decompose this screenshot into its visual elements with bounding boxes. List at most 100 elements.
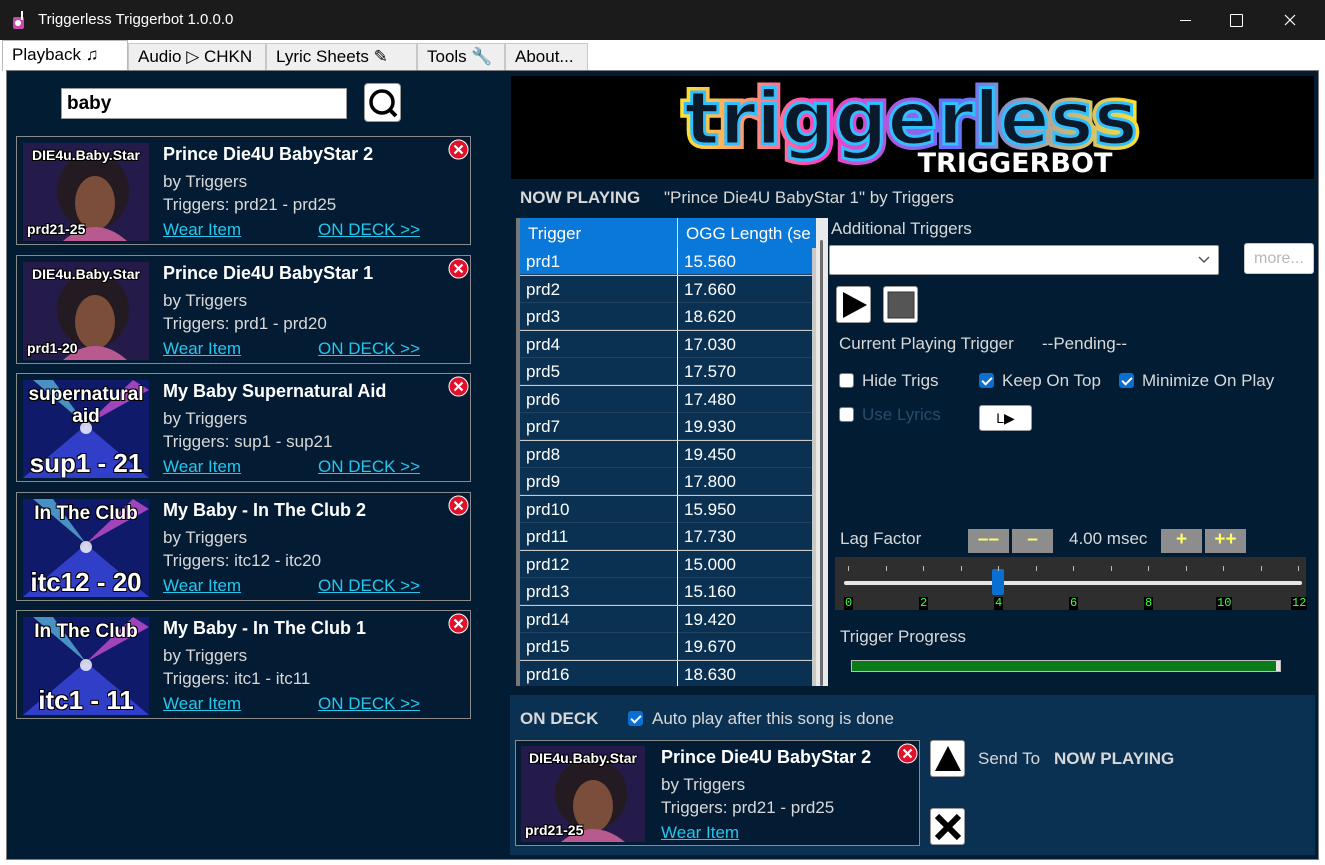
play-button[interactable] bbox=[836, 286, 871, 323]
song-artist: by Triggers bbox=[163, 409, 248, 428]
slider-thumb[interactable] bbox=[992, 569, 1004, 595]
minimize-icon[interactable] bbox=[1160, 0, 1210, 40]
trigger-cell: prd4 bbox=[520, 330, 678, 358]
trigger-cell: prd5 bbox=[520, 358, 678, 385]
thumbnail-trigger-text: itc1 - 11 bbox=[38, 685, 134, 715]
song-card: In The Club itc1 - 11 My Baby - In The Clu… bbox=[16, 610, 471, 719]
ogg-length-cell: 19.930 bbox=[684, 417, 736, 436]
search-input[interactable] bbox=[61, 88, 347, 119]
table-row[interactable]: prd15 19.670 bbox=[520, 633, 812, 660]
lag-slider[interactable]: 0 2 4 6 8 10 12 bbox=[835, 557, 1308, 610]
remove-icon[interactable] bbox=[448, 139, 469, 160]
wear-item-link[interactable]: Wear Item bbox=[163, 339, 241, 359]
hide-trigs-checkbox[interactable] bbox=[839, 373, 854, 388]
slider-tick bbox=[960, 566, 962, 571]
ogg-length-cell: 17.800 bbox=[684, 472, 736, 491]
on-deck-link[interactable]: ON DECK >> bbox=[318, 576, 420, 596]
lyrics-play-button[interactable]: L▶ bbox=[979, 405, 1032, 431]
wear-item-link[interactable]: Wear Item bbox=[163, 576, 241, 596]
additional-triggers-select[interactable] bbox=[829, 245, 1219, 275]
table-row[interactable]: prd14 19.420 bbox=[520, 605, 812, 633]
tab-audio-chkn[interactable]: Audio ▷ CHKN bbox=[128, 43, 266, 70]
keep-on-top-checkbox[interactable] bbox=[979, 373, 994, 388]
thumbnail-title-text: In The Club bbox=[34, 503, 138, 524]
column-header-trigger[interactable]: Trigger bbox=[520, 218, 678, 248]
on-deck-link[interactable]: ON DECK >> bbox=[318, 694, 420, 714]
song-triggers: Triggers: itc12 - itc20 bbox=[163, 551, 322, 570]
ogg-length-cell: 15.560 bbox=[684, 252, 736, 271]
remove-icon[interactable] bbox=[448, 376, 469, 397]
additional-triggers-label: Additional Triggers bbox=[831, 219, 972, 238]
ogg-length-cell: 19.450 bbox=[684, 444, 736, 464]
song-artist: by Triggers bbox=[163, 528, 248, 547]
song-triggers: Triggers: prd21 - prd25 bbox=[163, 195, 337, 214]
ogg-length-cell: 17.660 bbox=[684, 279, 736, 299]
table-row[interactable]: prd11 17.730 bbox=[520, 523, 812, 550]
table-row[interactable]: prd1 15.560 bbox=[520, 248, 812, 275]
clear-on-deck-button[interactable] bbox=[930, 808, 965, 845]
table-row[interactable]: prd3 18.620 bbox=[520, 303, 812, 330]
song-card: supernatural aid sup1 - 21 My Baby Superna… bbox=[16, 373, 471, 482]
song-thumbnail: In The Club itc1 - 11 bbox=[23, 617, 149, 715]
lag-decrease-large-button[interactable]: –– bbox=[968, 529, 1009, 553]
table-row[interactable]: prd8 19.450 bbox=[520, 440, 812, 468]
remove-icon[interactable] bbox=[897, 743, 918, 764]
tab-tools[interactable]: Tools 🔧 bbox=[417, 43, 505, 70]
remove-icon[interactable] bbox=[448, 258, 469, 279]
remove-icon[interactable] bbox=[448, 613, 469, 634]
slider-tick bbox=[885, 566, 887, 571]
ogg-length-cell: 17.030 bbox=[684, 334, 736, 354]
column-header-ogg-length[interactable]: OGG Length (se bbox=[678, 218, 828, 248]
on-deck-link[interactable]: ON DECK >> bbox=[318, 339, 420, 359]
table-row[interactable]: prd4 17.030 bbox=[520, 330, 812, 358]
ogg-length-cell: 17.730 bbox=[684, 527, 736, 546]
title-bar: Triggerless Triggerbot 1.0.0.0 bbox=[0, 0, 1325, 40]
on-deck-link[interactable]: ON DECK >> bbox=[318, 457, 420, 477]
ogg-length-cell: 17.570 bbox=[684, 362, 736, 381]
tab-lyric-sheets[interactable]: Lyric Sheets ✎ bbox=[266, 43, 417, 70]
lag-increase-large-button[interactable]: ++ bbox=[1205, 529, 1246, 553]
trigger-cell: prd8 bbox=[520, 440, 678, 468]
song-triggers: Triggers: sup1 - sup21 bbox=[163, 432, 333, 451]
table-row[interactable]: prd9 17.800 bbox=[520, 468, 812, 495]
now-playing-song: "Prince Die4U BabyStar 1" by Triggers bbox=[664, 188, 954, 207]
table-row[interactable]: prd5 17.570 bbox=[520, 358, 812, 385]
send-to-now-playing-button[interactable] bbox=[930, 740, 965, 777]
use-lyrics-checkbox[interactable] bbox=[839, 407, 854, 422]
table-row[interactable]: prd7 19.930 bbox=[520, 413, 812, 440]
triggerless-logo: triggerless triggerless TRIGGERBOT bbox=[511, 76, 1314, 179]
table-row[interactable]: prd13 15.160 bbox=[520, 578, 812, 605]
on-deck-link[interactable]: ON DECK >> bbox=[318, 220, 420, 240]
stop-button[interactable] bbox=[883, 286, 918, 323]
table-row[interactable]: prd2 17.660 bbox=[520, 275, 812, 303]
wear-item-link[interactable]: Wear Item bbox=[163, 220, 241, 240]
on-deck-wear-item-link[interactable]: Wear Item bbox=[661, 823, 739, 843]
trigger-cell: prd6 bbox=[520, 385, 678, 413]
auto-play-checkbox[interactable] bbox=[628, 711, 643, 726]
table-row[interactable]: prd12 15.000 bbox=[520, 550, 812, 578]
lag-decrease-button[interactable]: – bbox=[1012, 529, 1053, 553]
close-icon[interactable] bbox=[1265, 0, 1315, 40]
tab-playback[interactable]: Playback ♫ bbox=[2, 40, 128, 71]
search-button[interactable] bbox=[364, 83, 401, 122]
tab-about[interactable]: About... bbox=[505, 43, 588, 70]
minimize-on-play-checkbox[interactable] bbox=[1119, 373, 1134, 388]
table-row[interactable]: prd16 18.630 bbox=[520, 660, 812, 686]
slider-tick-label: 4 bbox=[994, 596, 1004, 610]
lag-increase-button[interactable]: + bbox=[1161, 529, 1202, 553]
lag-factor-label: Lag Factor bbox=[840, 529, 922, 548]
remove-icon[interactable] bbox=[448, 495, 469, 516]
more-button[interactable]: more... bbox=[1244, 243, 1314, 274]
table-row[interactable]: prd10 15.950 bbox=[520, 495, 812, 523]
song-title: My Baby Supernatural Aid bbox=[163, 381, 387, 401]
song-thumbnail: DIE4u.Baby.Star prd1-20 bbox=[23, 262, 149, 360]
on-deck-song-artist: by Triggers bbox=[661, 775, 746, 794]
song-card: DIE4u.Baby.Star prd21-25 Prince Die4U Baby… bbox=[16, 136, 471, 245]
wear-item-link[interactable]: Wear Item bbox=[163, 694, 241, 714]
slider-tick bbox=[1260, 566, 1262, 571]
wear-item-link[interactable]: Wear Item bbox=[163, 457, 241, 477]
maximize-icon[interactable] bbox=[1210, 0, 1260, 40]
table-scrollbar[interactable] bbox=[816, 218, 828, 686]
table-row[interactable]: prd6 17.480 bbox=[520, 385, 812, 413]
scrollbar-thumb[interactable] bbox=[820, 240, 823, 686]
